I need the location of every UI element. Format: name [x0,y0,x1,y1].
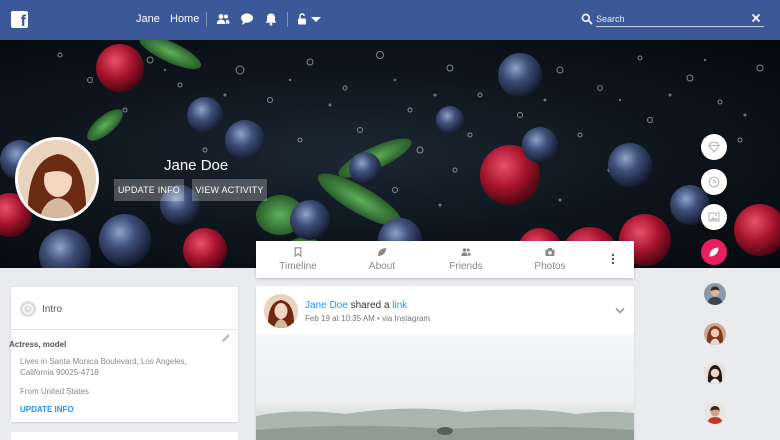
friend-photo [704,402,726,424]
profile-photo-image [18,140,96,218]
friends-icon[interactable] [216,12,230,26]
notifications-icon[interactable] [264,12,278,26]
cover-photo [0,40,780,268]
intro-lives-in-line-2: California 90025-4718 [20,368,99,377]
intro-header: Intro [11,287,238,330]
intro-from: From United States [20,387,89,396]
diamond-button[interactable] [701,134,727,160]
intro-occupation: Actress, model [9,340,67,349]
dropdown-caret-icon[interactable] [309,12,323,26]
edit-pencil-icon[interactable] [221,333,231,343]
friend-avatar[interactable] [704,362,726,384]
intro-update-info-link[interactable]: UPDATE INFO [20,405,74,414]
leaf-button[interactable] [701,239,727,265]
friend-photo [704,323,726,345]
tab-timeline[interactable]: Timeline [256,241,340,278]
cover-photo-berries-image [0,40,780,268]
post-title: Jane Doe shared a link [305,300,407,311]
post-author-avatar[interactable] [264,294,298,328]
friends-icon [461,248,471,256]
nav-user-link[interactable]: Jane [136,13,160,25]
friend-avatar[interactable] [704,402,726,424]
bookmark-icon [294,247,302,257]
tab-about[interactable]: About [340,241,424,278]
friend-photo [704,362,726,384]
post-author-photo [264,294,298,328]
tab-photos[interactable]: Photos [508,241,592,278]
second-card [11,432,238,440]
camera-icon [545,248,555,256]
intro-lives-in-line-1: Lives in Santa Monica Boulevard, Los Ang… [20,357,187,366]
search-input[interactable] [596,12,764,27]
friend-photo [704,283,726,305]
facebook-logo-icon[interactable]: f [11,11,28,30]
intro-card: Intro [11,287,238,422]
post-action-text: shared a [350,300,390,311]
nav-divider [287,12,288,27]
post-meta: Feb 19 at 10:35 AM • via Instagram [305,314,431,323]
post-object-link[interactable]: link [392,300,407,311]
chevron-down-icon[interactable] [615,307,625,314]
clock-button[interactable] [701,169,727,195]
diamond-icon [708,141,720,153]
view-activity-button[interactable]: VIEW ACTIVITY [192,179,267,201]
nav-divider [206,12,207,27]
friend-avatar[interactable] [704,283,726,305]
leaf-icon [709,247,719,257]
clear-icon[interactable] [751,13,761,23]
leaf-icon [378,248,386,256]
profile-avatar[interactable] [15,137,99,221]
post-author-link[interactable]: Jane Doe [305,300,348,311]
more-options-button[interactable] [592,241,634,278]
profile-name: Jane Doe [164,157,229,174]
messages-icon[interactable] [240,12,254,26]
tab-friends[interactable]: Friends [424,241,508,278]
clock-icon [708,176,720,188]
more-vertical-icon [611,253,615,265]
clock-icon [20,301,36,317]
nav-home-link[interactable]: Home [170,13,199,25]
image-button[interactable] [701,204,727,230]
top-navigation-bar: f Jane Home [0,0,780,40]
intro-title: Intro [42,304,63,315]
post-card: Jane Doe shared a link Feb 19 at 10:35 A… [256,286,634,440]
profile-tabs: Timeline About Friends Photos [256,241,634,278]
update-info-button[interactable]: UPDATE INFO [114,179,184,201]
post-landscape-image [256,408,634,440]
image-icon [708,212,720,222]
post-image[interactable] [256,334,634,440]
friend-avatar[interactable] [704,323,726,345]
search-icon [581,13,593,25]
